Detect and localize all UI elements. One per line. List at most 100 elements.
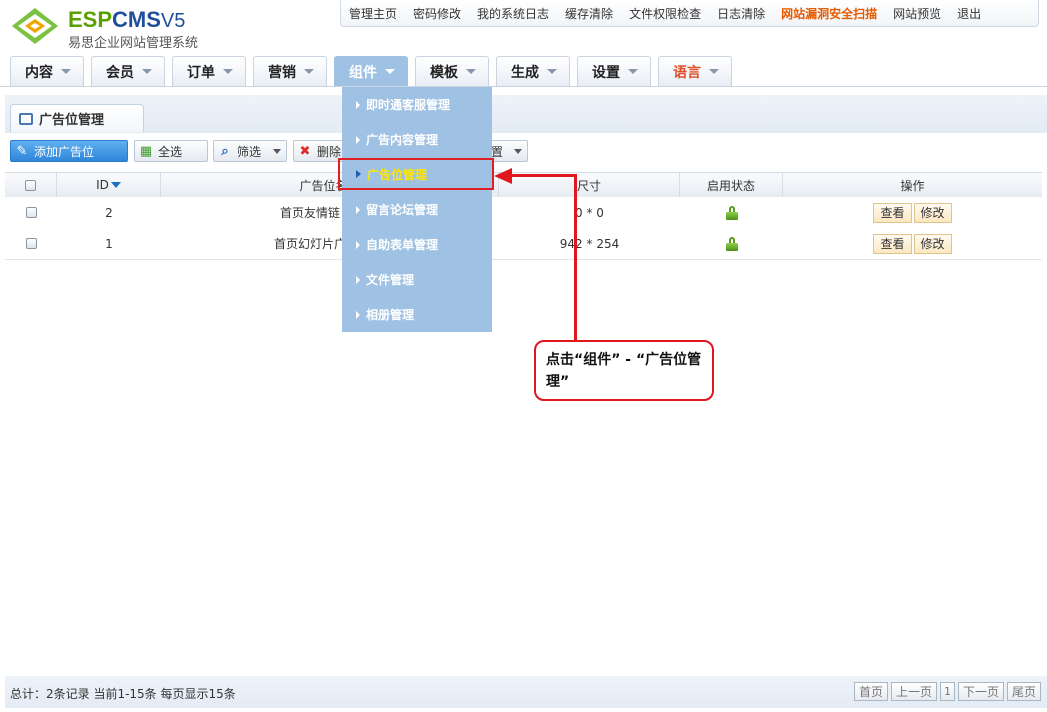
page-title: 广告位管理 — [39, 113, 105, 128]
caret-right-icon — [356, 135, 360, 144]
table-row: 2 首页友情链 0 * 0 查看 修改 — [5, 197, 1042, 229]
button-label: 筛选 — [237, 144, 262, 159]
menu-item-label: 文件管理 — [366, 273, 415, 287]
monitor-icon — [19, 112, 33, 125]
header-id[interactable]: ID — [57, 173, 161, 197]
row-actions: 查看 修改 — [783, 197, 1042, 228]
unlock-icon — [725, 205, 738, 220]
menu-item-ad-content[interactable]: 广告内容管理 — [342, 122, 492, 157]
row-actions: 查看 修改 — [783, 228, 1042, 259]
main-nav-label: 模板 — [430, 64, 458, 81]
caret-right-icon — [356, 310, 360, 319]
select-all-icon: ▦ — [139, 143, 153, 159]
components-dropdown-menu: 即时通客服管理 广告内容管理 广告位管理 留言论坛管理 自助表单管理 文件管理 … — [338, 87, 494, 332]
menu-item-label: 广告内容管理 — [366, 133, 439, 147]
pager-next[interactable]: 下一页 — [957, 682, 1004, 701]
chevron-down-icon — [385, 69, 395, 74]
button-label: 置 — [491, 144, 504, 159]
top-nav-clear-log[interactable]: 日志清除 — [709, 5, 773, 22]
annotation-callout: 点击“组件” - “广告位管理” — [534, 340, 714, 401]
logo: ESPCMSV5 易思企业网站管理系统 — [8, 4, 228, 51]
menu-item-forum[interactable]: 留言论坛管理 — [342, 192, 492, 227]
row-checkbox-cell — [5, 228, 57, 259]
menu-item-albums[interactable]: 相册管理 — [342, 297, 492, 332]
annotation-arrow-line — [510, 174, 577, 177]
main-nav-members[interactable]: 会员 — [91, 56, 165, 86]
chevron-down-icon — [628, 69, 638, 74]
menu-item-label: 广告位管理 — [367, 167, 428, 182]
main-nav-marketing[interactable]: 营销 — [253, 56, 327, 86]
brand-name: ESPCMSV5 — [68, 7, 186, 32]
top-nav-preview[interactable]: 网站预览 — [885, 5, 949, 22]
header-checkbox-cell — [5, 173, 57, 197]
menu-item-label: 留言论坛管理 — [366, 203, 439, 217]
main-nav-label: 营销 — [268, 64, 296, 81]
page-tab[interactable]: 广告位管理 — [10, 104, 144, 132]
main-nav-templates[interactable]: 模板 — [415, 56, 489, 86]
view-button[interactable]: 查看 — [873, 202, 912, 223]
chevron-down-icon — [709, 69, 719, 74]
unlock-icon — [725, 236, 738, 251]
header-status: 启用状态 — [680, 173, 783, 197]
menu-item-adspace[interactable]: 广告位管理 — [338, 158, 494, 190]
button-label: 删除 — [317, 144, 342, 159]
caret-right-icon — [356, 100, 360, 109]
main-nav-language[interactable]: 语言 — [658, 56, 732, 86]
row-checkbox[interactable] — [25, 238, 37, 249]
row-checkbox[interactable] — [25, 207, 37, 218]
view-button[interactable]: 查看 — [873, 233, 912, 254]
pager-last[interactable]: 尾页 — [1006, 682, 1041, 701]
top-nav-password[interactable]: 密码修改 — [405, 5, 469, 22]
row-id: 1 — [105, 236, 113, 251]
footer: 总计：2条记录 当前1-15条 每页显示15条 首页 上一页 1 下一页 尾页 — [5, 676, 1047, 708]
menu-item-label: 即时通客服管理 — [366, 98, 451, 112]
main-nav-components[interactable]: 组件 — [334, 56, 408, 86]
top-nav-clear-cache[interactable]: 缓存清除 — [557, 5, 621, 22]
row-id: 2 — [105, 205, 113, 220]
main-nav: 内容 会员 订单 营销 组件 模板 生成 设置 语言 — [10, 56, 739, 86]
chevron-down-icon — [304, 69, 314, 74]
menu-item-label: 相册管理 — [366, 308, 415, 322]
edit-button[interactable]: 修改 — [913, 233, 952, 254]
main-nav-label: 订单 — [187, 64, 215, 81]
annotation-arrow-head-icon — [494, 168, 512, 184]
filter-button[interactable]: ⌕ 筛选 — [213, 140, 287, 162]
logo-mark-icon — [12, 8, 58, 44]
add-icon: ✎ — [16, 143, 28, 159]
chevron-down-icon — [273, 148, 281, 154]
annotation-arrow-line — [574, 174, 577, 340]
main-nav-content[interactable]: 内容 — [10, 56, 84, 86]
main-nav-orders[interactable]: 订单 — [172, 56, 246, 86]
row-size: 0 * 0 — [575, 205, 604, 220]
top-nav-logout[interactable]: 退出 — [949, 5, 989, 22]
pager-first[interactable]: 首页 — [853, 682, 888, 701]
row-status[interactable] — [680, 228, 783, 259]
edit-button[interactable]: 修改 — [913, 202, 952, 223]
menu-item-label: 自助表单管理 — [366, 238, 439, 252]
menu-item-im-service[interactable]: 即时通客服管理 — [342, 87, 492, 122]
caret-right-icon — [356, 205, 360, 214]
chevron-down-icon — [466, 69, 476, 74]
top-nav-file-permissions[interactable]: 文件权限检查 — [621, 5, 709, 22]
top-nav: 管理主页 密码修改 我的系统日志 缓存清除 文件权限检查 日志清除 网站漏洞安全… — [340, 0, 1039, 27]
top-nav-home[interactable]: 管理主页 — [341, 5, 405, 22]
button-label: 添加广告位 — [34, 144, 95, 159]
pager-page[interactable]: 1 — [939, 682, 955, 701]
row-status[interactable] — [680, 197, 783, 228]
menu-item-files[interactable]: 文件管理 — [342, 262, 492, 297]
record-stats: 总计：2条记录 当前1-15条 每页显示15条 — [10, 687, 236, 701]
select-all-button[interactable]: ▦ 全选 — [134, 140, 208, 162]
top-nav-my-log[interactable]: 我的系统日志 — [469, 5, 557, 22]
main-nav-settings[interactable]: 设置 — [577, 56, 651, 86]
main-nav-label: 组件 — [349, 64, 377, 81]
sort-desc-icon — [110, 182, 121, 188]
top-nav-security-scan[interactable]: 网站漏洞安全扫描 — [773, 5, 885, 22]
page-tab-bar — [5, 95, 1047, 133]
main-nav-generate[interactable]: 生成 — [496, 56, 570, 86]
menu-item-forms[interactable]: 自助表单管理 — [342, 227, 492, 262]
select-all-checkbox[interactable] — [25, 179, 36, 191]
pager-prev[interactable]: 上一页 — [890, 682, 937, 701]
row-checkbox-cell — [5, 197, 57, 228]
caret-right-icon — [356, 170, 361, 178]
add-adspace-button[interactable]: ✎ 添加广告位 — [10, 140, 128, 162]
